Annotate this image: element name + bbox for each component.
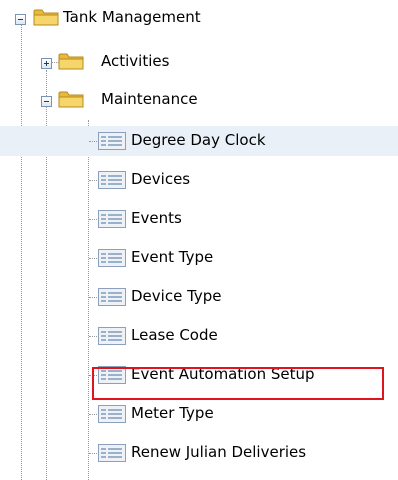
tree-node-maintenance[interactable]: Maintenance [0, 85, 398, 115]
tree-node-activities[interactable]: Activities [0, 47, 398, 77]
navigation-tree: Tank Management Activities Maintenance D… [0, 0, 398, 480]
screen-icon [98, 288, 126, 306]
tree-item-label: Device Type [131, 287, 222, 305]
screen-icon [98, 132, 126, 150]
tree-node-label: Activities [101, 52, 170, 70]
tree-item-label: Meter Type [131, 404, 214, 422]
tree-item-screen[interactable]: Events [0, 204, 398, 234]
screen-icon [98, 444, 126, 462]
folder-icon [33, 9, 59, 26]
tree-item-screen[interactable]: Event Type [0, 243, 398, 273]
tree-item-screen[interactable]: Meter Type [0, 399, 398, 429]
screen-icon [98, 327, 126, 345]
tree-item-label: Events [131, 209, 182, 227]
folder-icon [58, 91, 84, 108]
highlight-box [92, 367, 384, 400]
expand-icon[interactable] [41, 58, 52, 69]
collapse-icon[interactable] [15, 14, 26, 25]
tree-item-screen[interactable]: Degree Day Clock [0, 126, 398, 156]
tree-item-label: Lease Code [131, 326, 218, 344]
folder-icon [58, 53, 84, 70]
screen-icon [98, 171, 126, 189]
tree-item-label: Event Type [131, 248, 214, 266]
screen-icon [98, 405, 126, 423]
tree-item-screen[interactable]: Device Type [0, 282, 398, 312]
collapse-icon[interactable] [41, 96, 52, 107]
tree-node-tank-management[interactable]: Tank Management [0, 3, 398, 33]
screen-icon [98, 210, 126, 228]
tree-item-label: Degree Day Clock [131, 131, 266, 149]
tree-node-label: Tank Management [63, 8, 201, 26]
tree-item-screen[interactable]: Renew Julian Deliveries [0, 438, 398, 468]
tree-item-label: Renew Julian Deliveries [131, 443, 307, 461]
tree-item-screen[interactable]: Lease Code [0, 321, 398, 351]
tree-item-screen[interactable]: Devices [0, 165, 398, 195]
screen-icon [98, 249, 126, 267]
tree-item-label: Devices [131, 170, 191, 188]
tree-node-label: Maintenance [101, 90, 198, 108]
